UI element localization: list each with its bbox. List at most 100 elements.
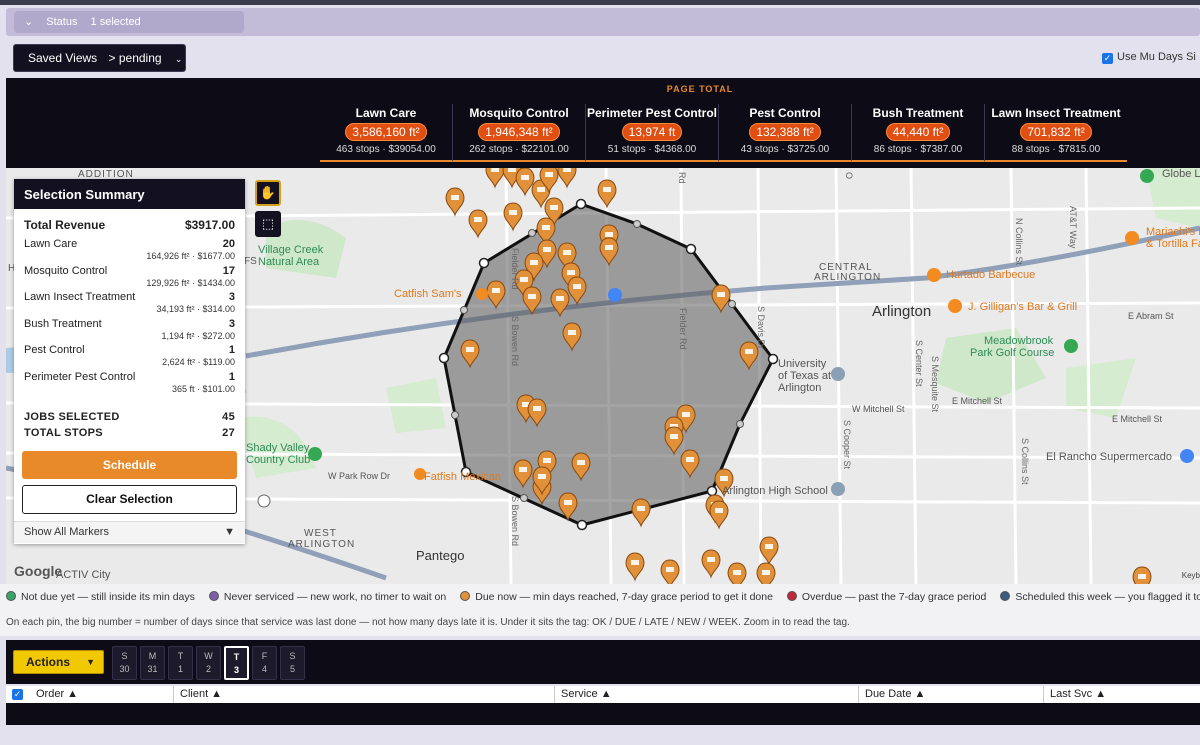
keyboard-shortcuts-link[interactable]: Keyb (1182, 571, 1200, 580)
map-label-fielder: Fielder Rd (510, 248, 520, 290)
selection-summary-title: Selection Summary (14, 179, 245, 209)
status-filter[interactable]: ⌄ Status 1 selected (14, 11, 244, 33)
column-header-last-svc[interactable]: Last Svc ▲ (1044, 686, 1200, 703)
service-total-card: Pest Control 132,388 ft² 43 stops · $3725.… (719, 104, 852, 162)
job-marker-pin[interactable] (759, 536, 779, 566)
service-stops-revenue: 86 stops · $7387.00 (873, 144, 963, 155)
show-all-markers-toggle[interactable]: Show All Markers ▼ (14, 521, 245, 543)
service-stops-revenue: 88 stops · $7815.00 (1011, 144, 1101, 155)
actions-dropdown[interactable]: Actions ▼ (13, 650, 104, 674)
poi-icon[interactable] (1125, 231, 1139, 245)
job-marker-pin[interactable] (1132, 566, 1152, 584)
poi-icon[interactable] (1064, 339, 1078, 353)
multiday-option[interactable]: ✓ Use Mu Days Si (1102, 51, 1196, 64)
column-header-service[interactable]: Service ▲ (555, 686, 859, 703)
map-label-hurtado: Hurtado Barbecue (946, 269, 1036, 281)
poi-icon[interactable] (831, 482, 845, 496)
day-button[interactable]: T3 (224, 646, 249, 680)
map-label-catfish: Catfish Sam's (394, 288, 462, 300)
select-all-checkbox[interactable]: ✓ (12, 689, 23, 700)
day-button[interactable]: W2 (196, 646, 221, 680)
legend-text: Scheduled this week — you flagged it to … (1015, 591, 1200, 603)
hand-tool-button[interactable]: ✋ (255, 180, 281, 206)
map-label-mitchell-e: E Mitchell St (952, 396, 1003, 406)
legend-text: Due now — min days reached, 7-day grace … (475, 591, 773, 603)
day-number: 31 (147, 664, 158, 674)
day-number: 30 (119, 664, 130, 674)
map-label-bowen: S Bowen Rd (510, 316, 520, 367)
clear-selection-button[interactable]: Clear Selection (22, 485, 237, 514)
chevron-down-icon: ⌄ (24, 16, 34, 28)
day-button[interactable]: F4 (252, 646, 277, 680)
map-label-rd: Rd (677, 172, 687, 184)
service-sqft-badge: 3,586,160 ft² (345, 123, 427, 141)
day-button[interactable]: T1 (168, 646, 193, 680)
column-header-client[interactable]: Client ▲ (174, 686, 555, 703)
map-label-mitchell-w: W Mitchell St (852, 404, 905, 414)
map-label-fs: FS (244, 256, 257, 267)
column-header-due-date[interactable]: Due Date ▲ (859, 686, 1044, 703)
legend-dot-icon (786, 591, 797, 601)
day-button[interactable]: M 31 (140, 646, 165, 680)
day-number: 3 (233, 665, 239, 675)
poi-icon[interactable] (927, 268, 941, 282)
day-button[interactable]: S5 (280, 646, 305, 680)
job-marker-pin[interactable] (701, 549, 721, 579)
legend-text: Overdue — past the 7-day grace period (801, 591, 987, 603)
job-marker-pin[interactable] (485, 168, 505, 189)
total-stops-row: TOTAL STOPS 27 (14, 427, 245, 439)
poi-icon[interactable] (948, 299, 962, 313)
day-letter: T (177, 651, 184, 661)
map-label-mesquite: S Mesquite St (930, 356, 940, 413)
map-label-west: WEST (304, 528, 337, 539)
column-header-order[interactable]: Order ▲ (30, 686, 174, 703)
poi-icon[interactable] (257, 494, 271, 508)
service-breakdown-name: Bush Treatment (24, 317, 102, 330)
job-marker-pin[interactable] (727, 562, 747, 584)
chevron-down-icon: ▼ (224, 526, 235, 538)
map-label-globe: Globe Li (1162, 168, 1200, 180)
saved-views-dropdown[interactable]: Saved Views > pending ⌄ (13, 44, 186, 72)
rectangle-select-button[interactable]: ⬚ (255, 211, 281, 237)
job-marker-pin[interactable] (468, 209, 488, 239)
service-sqft-badge: 132,388 ft² (749, 123, 821, 141)
map-label-n-collins: N Collins St (1014, 218, 1024, 266)
job-marker-pin[interactable] (660, 559, 680, 584)
service-name: Perimeter Pest Control (586, 106, 718, 120)
schedule-section: Actions ▼ S 30 M 31 T 1 W 2 T 3 F 4 S 5 ✓ Order ▲ Cli… (0, 636, 1200, 745)
multiday-checkbox[interactable]: ✓ (1102, 53, 1113, 64)
service-breakdown-detail: 365 ft · $101.00 (171, 383, 235, 394)
table-body (6, 703, 1200, 725)
service-total-card: Lawn Insect Treatment 701,832 ft² 88 stops… (985, 104, 1127, 162)
poi-icon[interactable] (831, 367, 845, 381)
poi-icon[interactable] (608, 288, 622, 302)
job-marker-pin[interactable] (515, 168, 535, 197)
service-breakdown-name: Perimeter Pest Control (24, 370, 136, 383)
job-marker-pin[interactable] (625, 552, 645, 582)
job-marker-pin[interactable] (445, 187, 465, 217)
status-label: Status (46, 16, 78, 28)
service-stops-revenue: 51 stops · $4368.00 (607, 144, 697, 155)
schedule-button[interactable]: Schedule (22, 451, 237, 479)
service-breakdown-row: Pest Control 1 2,624 ft² · $119.00 (14, 344, 245, 371)
job-marker-pin[interactable] (597, 179, 617, 209)
schedule-toolbar: Actions ▼ S 30 M 31 T 1 W 2 T 3 F 4 S 5 (6, 640, 1200, 684)
map-label-uta: University (778, 358, 827, 370)
job-marker-pin[interactable] (557, 168, 577, 189)
job-marker-pin[interactable] (631, 498, 651, 528)
day-letter: F (261, 651, 268, 661)
day-letter: S (121, 651, 128, 661)
service-total-card: Perimeter Pest Control 13,974 ft 51 stops … (586, 104, 719, 162)
job-marker-pin[interactable] (756, 562, 776, 584)
poi-icon[interactable] (1180, 449, 1194, 463)
map-label-central-arlington: ARLINGTON (814, 272, 882, 283)
map-label-golf: Park Golf Course (970, 347, 1055, 359)
chevron-down-icon: ▼ (86, 657, 95, 667)
day-button[interactable]: S 30 (112, 646, 137, 680)
hand-icon: ✋ (259, 185, 277, 200)
map-label-mariachi: & Tortilla Fa (1146, 238, 1200, 250)
poi-icon[interactable] (476, 288, 488, 300)
poi-icon[interactable] (1140, 169, 1154, 183)
job-marker-pin[interactable] (709, 500, 729, 530)
map-label-arlington-hs: Arlington High School (722, 485, 828, 497)
